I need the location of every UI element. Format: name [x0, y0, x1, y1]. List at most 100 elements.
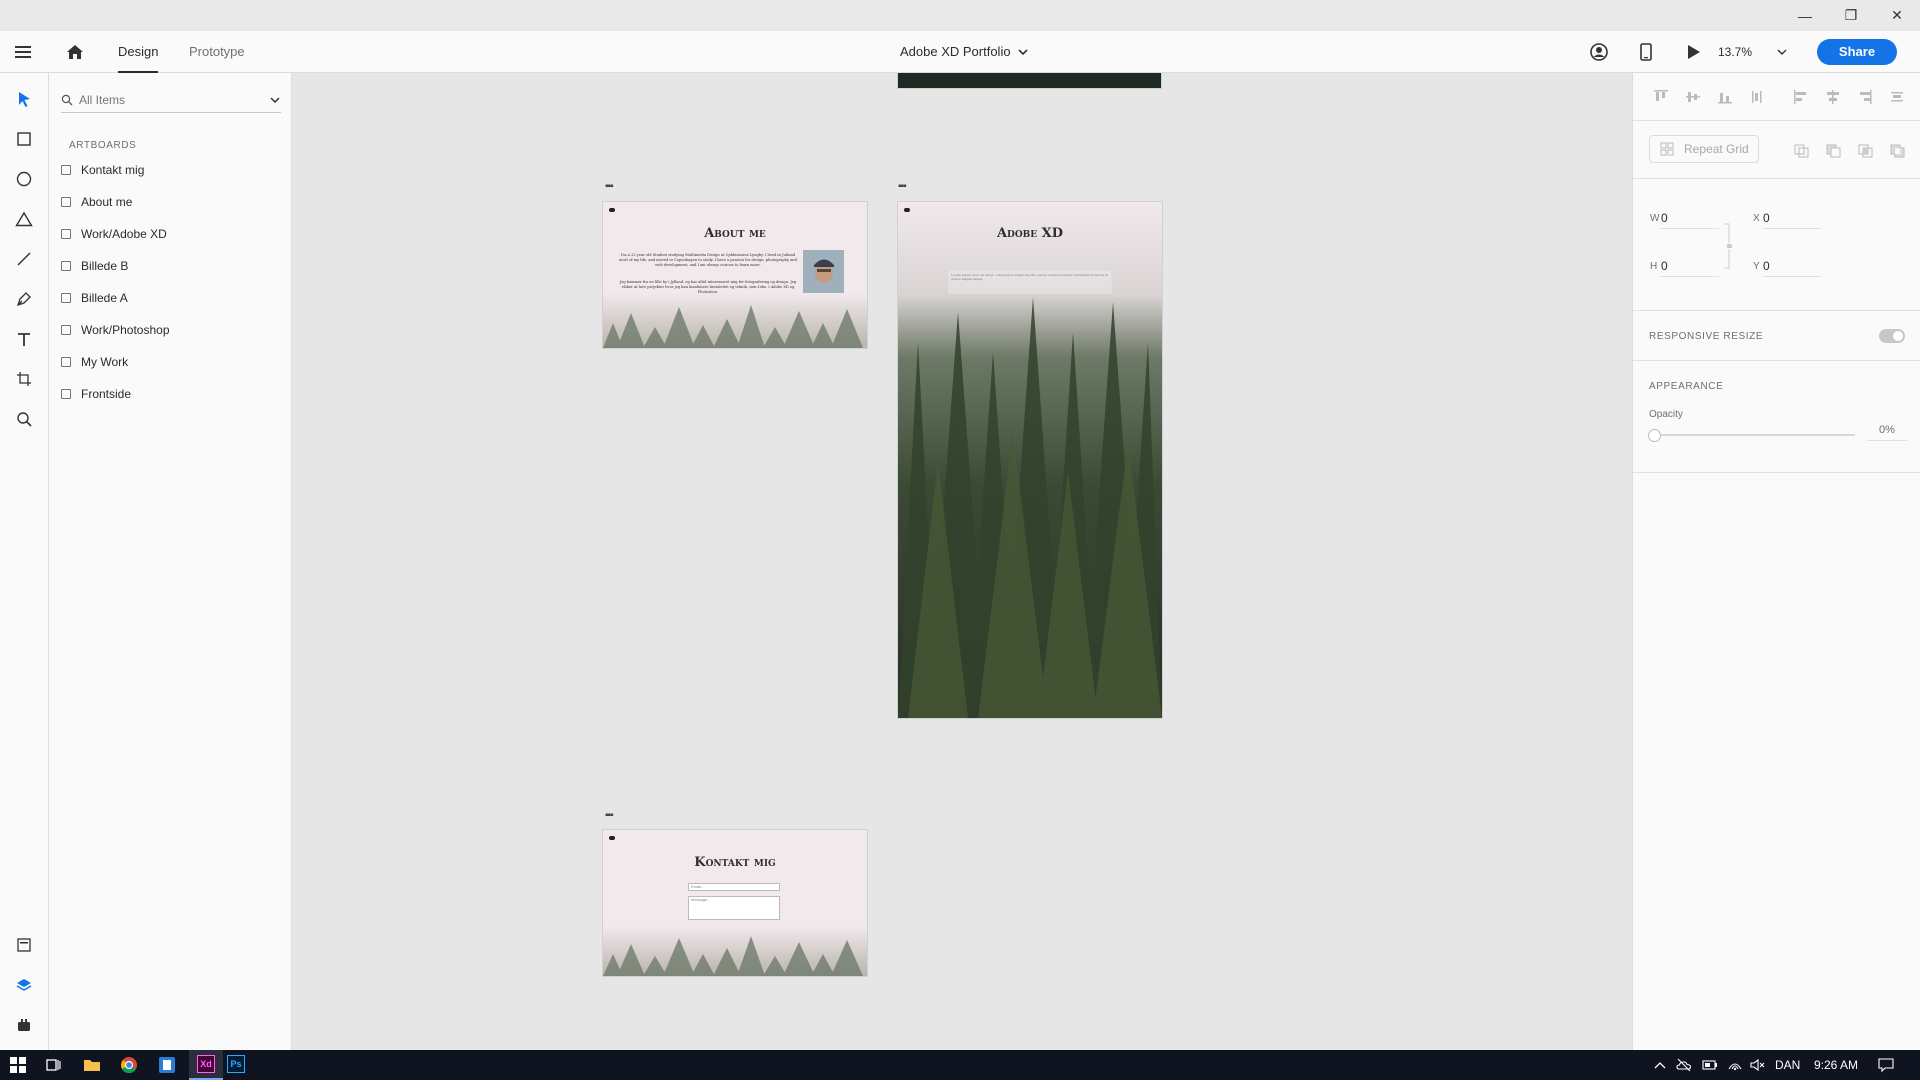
- artboard-frontside-partial[interactable]: [898, 73, 1161, 88]
- layers-search-input[interactable]: [79, 91, 259, 109]
- system-clock[interactable]: 9:26 AM: [1814, 1050, 1858, 1080]
- layer-item-my-work[interactable]: My Work: [61, 351, 128, 373]
- y-field[interactable]: 0: [1763, 255, 1821, 277]
- align-top-icon[interactable]: [1653, 89, 1669, 105]
- document-title-dropdown[interactable]: Adobe XD Portfolio: [900, 31, 1029, 73]
- layers-search-field[interactable]: [61, 87, 281, 113]
- user-account-button[interactable]: [1589, 42, 1609, 62]
- distribute-horizontal-icon[interactable]: [1889, 89, 1905, 105]
- share-button[interactable]: Share: [1817, 39, 1897, 65]
- layer-item-label: Frontside: [81, 387, 132, 401]
- hamburger-menu-button[interactable]: [15, 44, 33, 60]
- artboard-body-text: Lorem ipsum dolor sit amet, consectetur …: [951, 273, 1108, 281]
- artboard-icon: [17, 372, 31, 386]
- align-middle-icon[interactable]: [1685, 89, 1701, 105]
- artboard-icon: [61, 197, 71, 207]
- layers-panel-button[interactable]: [12, 973, 36, 997]
- device-preview-button[interactable]: [1636, 42, 1656, 62]
- artboard-handle[interactable]: ▪▪▪: [605, 181, 614, 192]
- chevron-up-icon[interactable]: [1654, 1060, 1666, 1070]
- layer-item-about-me[interactable]: About me: [61, 191, 132, 213]
- layer-item-work-adobe-xd[interactable]: Work/Adobe XD: [61, 223, 167, 245]
- transform-section: W 0 X 0 H 0 Y 0: [1633, 179, 1920, 311]
- zoom-dropdown[interactable]: [1776, 46, 1788, 58]
- tab-prototype[interactable]: Prototype: [189, 31, 245, 73]
- artboard-icon: [61, 165, 71, 175]
- line-tool[interactable]: [12, 247, 36, 271]
- artboard-work-adobe-xd[interactable]: Adobe XD Lorem ipsum dolor sit amet, con…: [898, 202, 1162, 718]
- wifi-icon[interactable]: [1727, 1058, 1743, 1072]
- volume-muted-icon[interactable]: [1750, 1058, 1766, 1072]
- lock-aspect-icon[interactable]: [1723, 223, 1733, 269]
- close-button[interactable]: ✕: [1874, 0, 1920, 31]
- repeat-grid-button[interactable]: Repeat Grid: [1649, 135, 1759, 163]
- boolean-add-icon[interactable]: [1794, 142, 1810, 158]
- chevron-down-icon: [1018, 49, 1028, 56]
- design-canvas[interactable]: ▪▪▪ About me I'm a 22 year old Student s…: [292, 73, 1632, 1050]
- boolean-intersect-icon[interactable]: [1858, 142, 1874, 158]
- start-button[interactable]: [8, 1055, 28, 1075]
- select-tool[interactable]: [12, 87, 36, 111]
- pen-tool[interactable]: [12, 287, 36, 311]
- align-left-icon[interactable]: [1793, 89, 1809, 105]
- artboard-icon: [61, 389, 71, 399]
- pointer-icon: [19, 92, 30, 107]
- chevron-down-icon[interactable]: [269, 94, 281, 106]
- taskbar-adobe-xd[interactable]: Xd: [189, 1050, 223, 1080]
- rectangle-tool[interactable]: [12, 127, 36, 151]
- text-tool[interactable]: [12, 327, 36, 351]
- boolean-subtract-icon[interactable]: [1826, 142, 1842, 158]
- artboard-kontakt-mig[interactable]: Kontakt mig Email... Message... SUBMIT: [603, 830, 867, 976]
- taskbar-chrome[interactable]: [119, 1055, 139, 1075]
- repeat-grid-section: Repeat Grid: [1633, 121, 1920, 179]
- layer-item-kontakt-mig[interactable]: Kontakt mig: [61, 159, 144, 181]
- align-right-icon[interactable]: [1857, 89, 1873, 105]
- ellipse-tool[interactable]: [12, 167, 36, 191]
- height-field[interactable]: 0: [1661, 255, 1719, 277]
- input-language-indicator[interactable]: DAN: [1775, 1050, 1800, 1080]
- boolean-exclude-icon[interactable]: [1890, 142, 1906, 158]
- grid-icon: [1660, 142, 1674, 156]
- opacity-value-field[interactable]: 0%: [1867, 419, 1907, 441]
- layer-item-billede-a[interactable]: Billede A: [61, 287, 128, 309]
- opacity-slider-handle[interactable]: [1648, 429, 1661, 442]
- layer-item-work-photoshop[interactable]: Work/Photoshop: [61, 319, 170, 341]
- task-view-button[interactable]: [44, 1055, 64, 1075]
- distribute-vertical-icon[interactable]: [1749, 89, 1765, 105]
- message-field-placeholder: Message...: [691, 897, 711, 902]
- zoom-tool[interactable]: [12, 407, 36, 431]
- responsive-resize-toggle[interactable]: [1879, 329, 1905, 343]
- home-button[interactable]: [65, 42, 85, 62]
- onedrive-icon[interactable]: [1676, 1058, 1692, 1072]
- align-center-icon[interactable]: [1825, 89, 1841, 105]
- taskbar-photoshop[interactable]: Ps: [227, 1055, 245, 1073]
- windows-taskbar: Xd Ps DAN 9:26 AM: [0, 1050, 1920, 1080]
- play-icon: [1688, 45, 1700, 59]
- artboard-icon: [61, 261, 71, 271]
- minimize-button[interactable]: —: [1782, 0, 1828, 31]
- restore-button[interactable]: ❐: [1828, 0, 1874, 31]
- text-icon: [18, 333, 30, 346]
- polygon-tool[interactable]: [12, 207, 36, 231]
- preview-play-button[interactable]: [1683, 42, 1703, 62]
- assets-panel-button[interactable]: [12, 933, 36, 957]
- action-center-icon[interactable]: [1878, 1057, 1894, 1073]
- battery-icon[interactable]: [1702, 1059, 1718, 1071]
- align-bottom-icon[interactable]: [1717, 89, 1733, 105]
- width-field[interactable]: 0: [1661, 207, 1719, 229]
- plugins-panel-button[interactable]: [12, 1013, 36, 1037]
- artboard-handle[interactable]: ▪▪▪: [898, 181, 907, 192]
- opacity-slider-track[interactable]: [1653, 434, 1855, 436]
- tab-design[interactable]: Design: [118, 31, 159, 73]
- layer-item-frontside[interactable]: Frontside: [61, 383, 131, 405]
- taskbar-file-explorer[interactable]: [82, 1055, 102, 1075]
- user-icon: [1590, 43, 1608, 61]
- zoom-value[interactable]: 13.7%: [1718, 31, 1752, 73]
- artboard-handle[interactable]: ▪▪▪: [605, 810, 614, 821]
- x-field[interactable]: 0: [1763, 207, 1821, 229]
- taskbar-app-generic[interactable]: [157, 1055, 177, 1075]
- layer-item-billede-b[interactable]: Billede B: [61, 255, 128, 277]
- artboard-about-me[interactable]: About me I'm a 22 year old Student study…: [603, 202, 867, 348]
- layer-item-label: My Work: [81, 355, 129, 369]
- artboard-tool[interactable]: [12, 367, 36, 391]
